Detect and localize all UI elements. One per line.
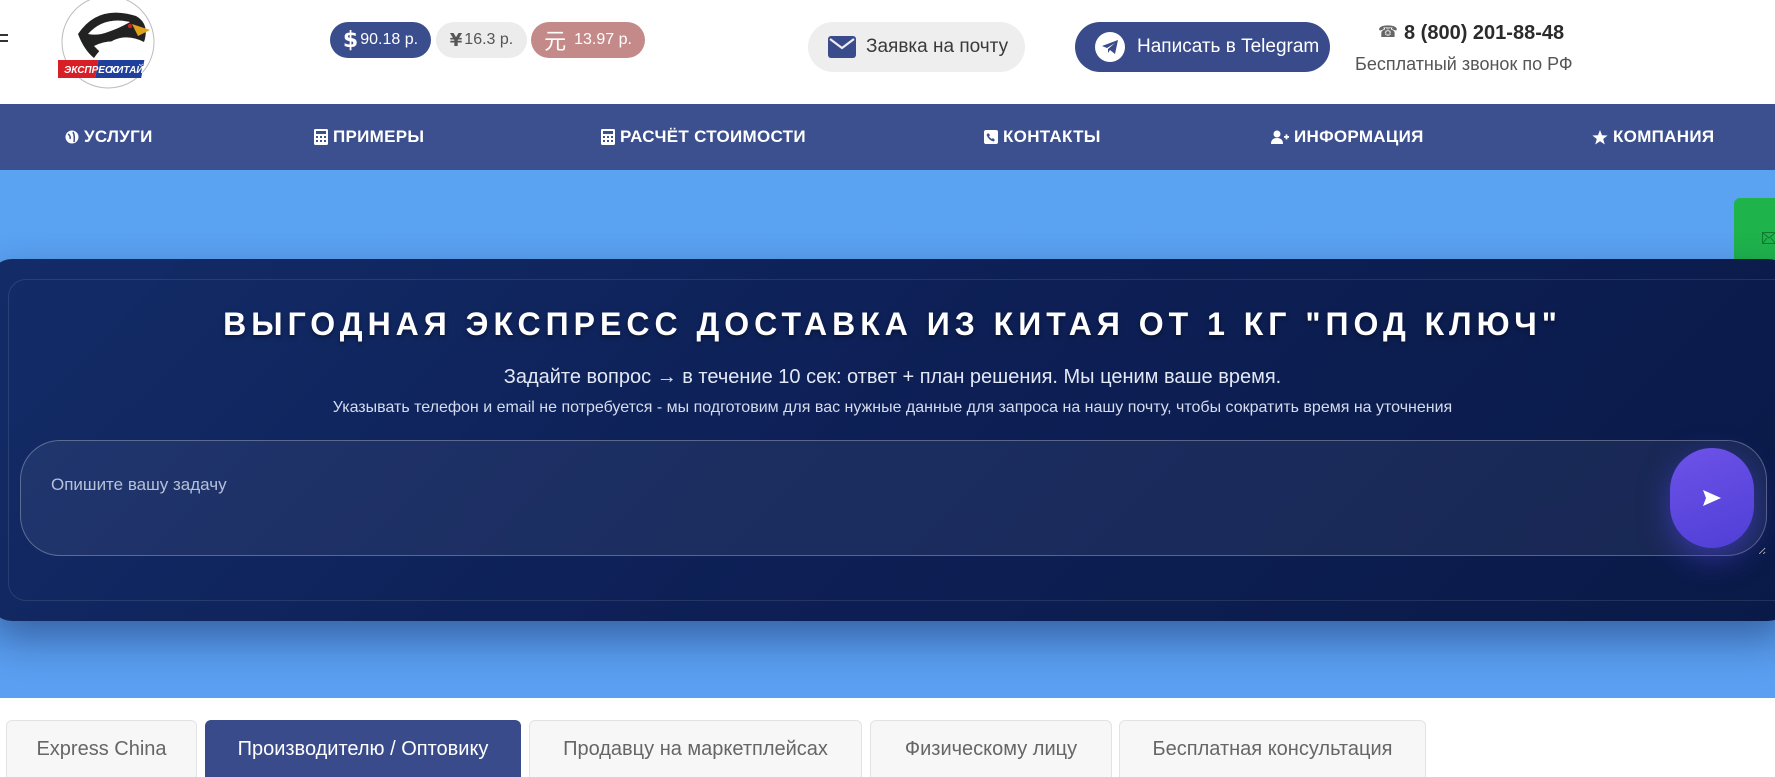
hero-note: Указывать телефон и email не потребуется… <box>332 399 1453 416</box>
calculator-icon <box>601 129 615 145</box>
nav-item-examples[interactable]: ПРИМЕРЫ <box>314 104 424 170</box>
site-header: ЭКСПРЕСС КИТАЙ $ 90.18 р. ¥ 16.3 р. 元 13… <box>0 0 1775 104</box>
telegram-button[interactable]: Написать в Telegram <box>1075 22 1330 72</box>
globe-icon <box>65 130 79 144</box>
user-plus-icon <box>1271 130 1289 144</box>
nav-item-company[interactable]: КОМПАНИЯ <box>1592 104 1714 170</box>
tab-free-consultation[interactable]: Бесплатная консультация <box>1119 720 1426 777</box>
menu-icon[interactable] <box>0 34 8 46</box>
nav-label: РАСЧЁТ СТОИМОСТИ <box>620 127 806 146</box>
rate-usd-badge: $ 90.18 р. <box>330 22 431 58</box>
nav-item-contacts[interactable]: КОНТАКТЫ <box>984 104 1101 170</box>
nav-item-information[interactable]: ИНФОРМАЦИЯ <box>1271 104 1424 170</box>
phone-note: Бесплатный звонок по РФ <box>1355 54 1573 74</box>
send-arrow-icon <box>1703 490 1721 506</box>
tab-express-china[interactable]: Express China <box>6 720 197 777</box>
nav-label: ПРИМЕРЫ <box>333 127 425 146</box>
hero-subtitle: Задайте вопрос → в течение 10 сек: ответ… <box>503 366 1282 388</box>
telegram-label: Написать в Telegram <box>1137 36 1320 57</box>
nav-label: КОНТАКТЫ <box>1003 127 1101 146</box>
phone-icon: ☎ <box>1378 24 1398 41</box>
nav-label: УСЛУГИ <box>84 127 153 146</box>
envelope-icon <box>1762 232 1775 244</box>
envelope-icon <box>828 36 856 58</box>
yuan-icon: 元 <box>544 30 567 55</box>
rate-rmb-badge: 元 13.97 р. <box>531 22 645 58</box>
nav-label: КОМПАНИЯ <box>1613 127 1715 146</box>
tab-manufacturer-wholesaler[interactable]: Производителю / Оптовику <box>205 720 521 777</box>
yen-icon: ¥ <box>449 29 463 51</box>
send-button[interactable] <box>1670 448 1754 548</box>
nav-label: ИНФОРМАЦИЯ <box>1294 127 1424 146</box>
tab-individual[interactable]: Физическому лицу <box>870 720 1112 777</box>
nav-item-services[interactable]: УСЛУГИ <box>65 104 153 170</box>
star-icon <box>1592 129 1608 144</box>
phone-square-icon <box>984 130 998 144</box>
rate-rmb-value: 13.97 р. <box>574 31 632 48</box>
mail-request-label: Заявка на почту <box>866 36 1009 57</box>
phone-number[interactable]: 8 (800) 201-88-48 <box>1404 22 1564 45</box>
dollar-icon: $ <box>342 27 359 53</box>
task-input[interactable] <box>20 440 1767 556</box>
telegram-icon <box>1095 32 1125 62</box>
logo[interactable]: ЭКСПРЕСС КИТАЙ <box>47 0 160 90</box>
rate-cny-value: 16.3 р. <box>464 31 514 48</box>
nav-item-cost-calc[interactable]: РАСЧЁТ СТОИМОСТИ <box>601 104 806 170</box>
rate-cny-badge: ¥ 16.3 р. <box>436 22 527 58</box>
calculator-icon <box>314 129 328 145</box>
main-nav: УСЛУГИ ПРИМЕРЫ РАСЧЁТ СТОИМОСТИ КОНТАКТЫ… <box>0 104 1775 170</box>
hero-title: ВЫГОДНАЯ ЭКСПРЕСС ДОСТАВКА ИЗ КИТАЯ ОТ 1… <box>223 306 1562 342</box>
rate-usd-value: 90.18 р. <box>360 31 419 48</box>
logo-text-right: КИТАЙ <box>110 63 144 76</box>
tab-marketplace-seller[interactable]: Продавцу на маркетплейсах <box>529 720 862 777</box>
mail-request-button[interactable]: Заявка на почту <box>808 22 1025 72</box>
